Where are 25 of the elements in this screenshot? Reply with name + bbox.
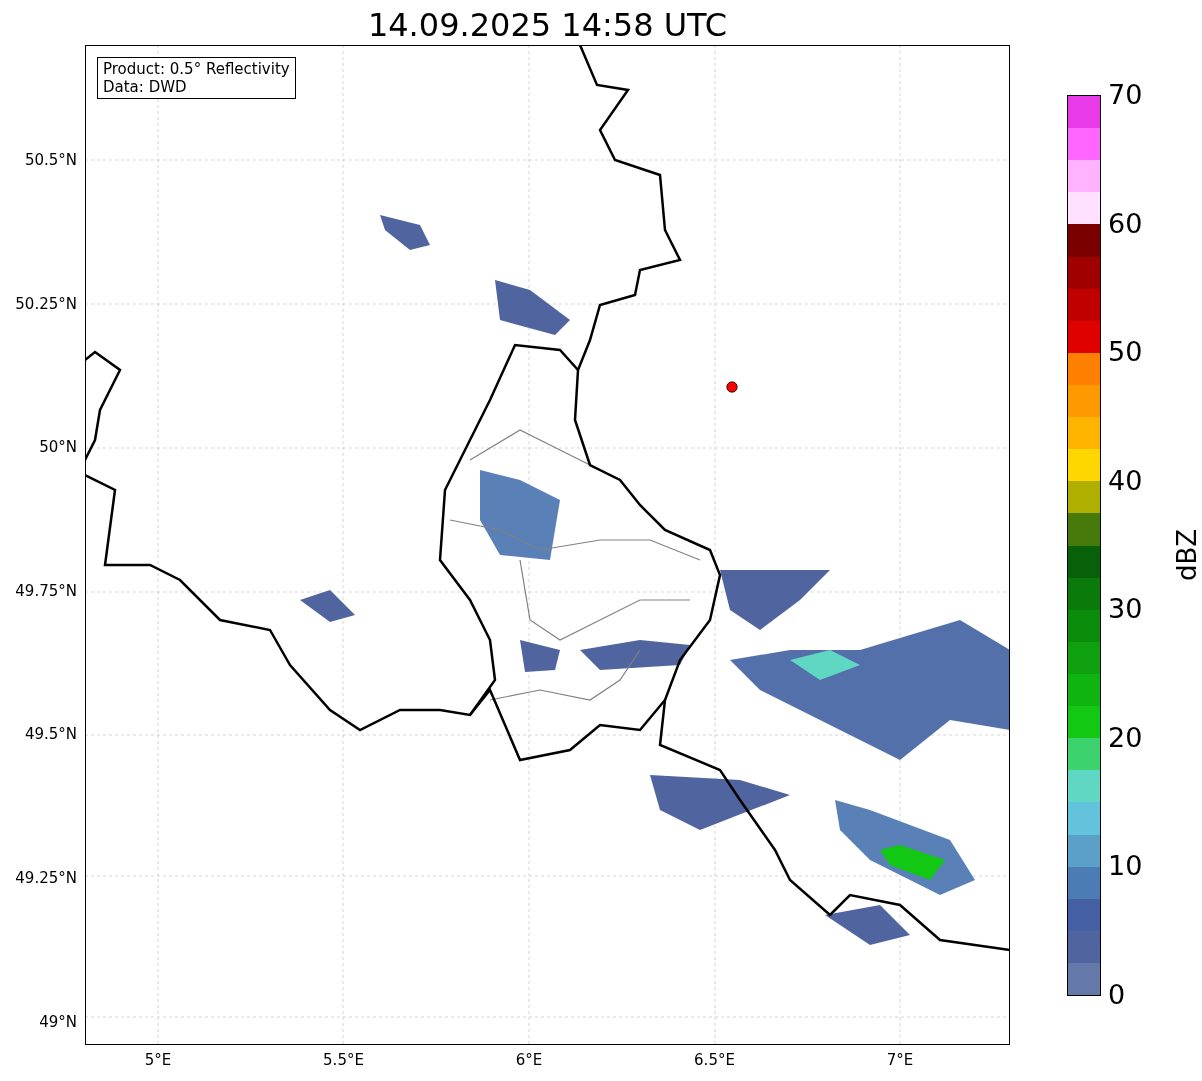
- latitude-label: 49.25°N: [15, 869, 77, 887]
- colorbar-tick-label: 70: [1108, 80, 1143, 110]
- colorbar-tick-label: 30: [1108, 594, 1143, 625]
- info-text: Product: 0.5° Reflectivity: [103, 60, 290, 78]
- colorbar-tick-label: 40: [1108, 465, 1143, 496]
- colorbar-tick-label: 10: [1108, 851, 1143, 882]
- latitude-label: 49.5°N: [24, 725, 77, 744]
- longitude-label: 6.5°E: [694, 1051, 735, 1069]
- longitude-label: 7°E: [886, 1051, 914, 1069]
- colorbar-axis-label: dBZ: [1172, 528, 1202, 582]
- location-marker-icon: [726, 381, 738, 393]
- colorbar-tick-label: 0: [1108, 980, 1126, 1010]
- longitude-label: 6°E: [515, 1051, 543, 1069]
- latitude-label: 50.25°N: [15, 294, 77, 313]
- chart-title: 14.09.2025 14:58 UTC: [367, 5, 728, 45]
- latitude-label: 49.75°N: [15, 581, 77, 600]
- latitude-label: 50°N: [39, 438, 77, 457]
- info-text: Data: DWD: [103, 78, 188, 96]
- latitude-label: 50.5°N: [24, 151, 77, 169]
- longitude-label: 5°E: [144, 1051, 172, 1069]
- longitude-label: 5.5°E: [323, 1051, 364, 1069]
- latitude-label: 49°N: [39, 1012, 77, 1031]
- colorbar-tick-label: 20: [1108, 722, 1143, 753]
- colorbar-tick-label: 60: [1108, 208, 1143, 239]
- colorbar-tick-label: 50: [1108, 337, 1143, 368]
